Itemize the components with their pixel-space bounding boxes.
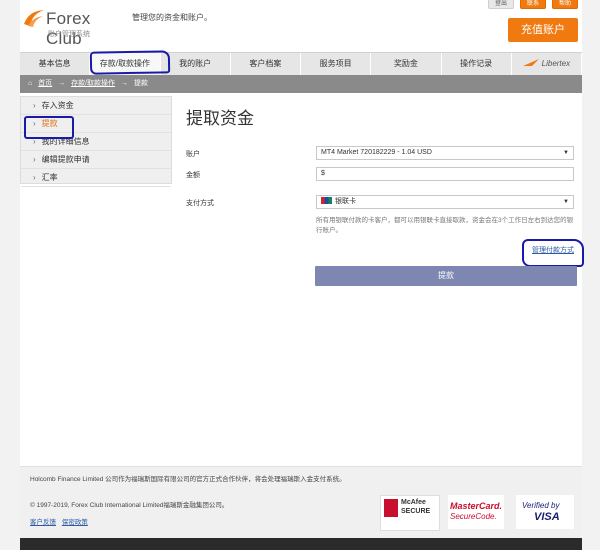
annotation-highlight-tab [89,50,171,75]
contact-link[interactable]: 联系 [519,0,546,9]
breadcrumb-home[interactable]: 首页 [38,80,52,87]
breadcrumb-separator: → [121,80,128,87]
annotation-highlight-sidebar [24,116,74,139]
bottom-bar [20,538,582,550]
logout-link[interactable]: 登出 [487,0,514,9]
mastercard-securecode-seal[interactable]: MasterCard. SecureCode. [448,495,504,529]
payment-method-select[interactable]: 银联卡 ▼ [316,195,574,209]
footer: Holcomb Finance Limited 公司作为福瑞斯国际有限公司的官方… [20,466,582,539]
tab-bonus[interactable]: 奖励金 [371,53,442,75]
footer-legal: Holcomb Finance Limited 公司作为福瑞斯国际有限公司的官方… [30,476,346,483]
tab-client-profile[interactable]: 客户档案 [231,53,301,75]
payment-method-label: 支付方式 [186,200,214,207]
breadcrumb: ⌂ 首页 → 存款/取款操作 → 提款 [20,75,582,93]
tab-services[interactable]: 服务项目 [301,53,372,75]
chevron-right-icon: › [33,173,36,182]
tab-history[interactable]: 操作记录 [442,53,512,75]
mcafee-text: McAfee [401,499,426,506]
withdraw-submit-button[interactable]: 提款 [315,266,577,286]
sidebar-item-label: 编辑提款申请 [41,155,90,164]
page-title: 提取资金 [186,109,254,128]
sidebar-item-rates[interactable]: › 汇率 [21,169,171,187]
chevron-right-icon: › [33,155,36,164]
securecode-text: SecureCode. [450,512,497,521]
annotation-highlight-manage [522,239,584,267]
tab-libertex[interactable]: Libertex [512,53,582,75]
home-icon[interactable]: ⌂ [28,80,32,87]
payment-method-value: 银联卡 [335,198,356,205]
chevron-down-icon: ▼ [563,199,569,205]
verified-by-visa-seal[interactable]: Verified by VISA [516,495,574,529]
help-link[interactable]: 帮助 [551,0,578,9]
amount-input[interactable]: $ [316,167,574,181]
privacy-link[interactable]: 保密政策 [62,519,88,526]
chevron-right-icon: › [33,101,36,110]
sidebar-item-label: 存入资金 [41,101,74,110]
chevron-down-icon: ▼ [563,150,569,156]
forex-club-logo-icon [24,10,44,27]
breadcrumb-separator: → [58,80,66,87]
sidebar-item-edit-request[interactable]: › 编辑提款申请 [21,151,171,169]
feedback-link[interactable]: 客户反馈 [30,519,56,526]
libertex-label: Libertex [541,59,571,68]
libertex-logo-icon [522,59,539,66]
amount-label: 金额 [186,172,200,179]
mcafee-secure-seal[interactable]: McAfee SECURE [380,495,440,531]
sidebar-item-label: 汇率 [41,173,58,182]
visa-text: VISA [534,511,560,523]
tab-basic-info[interactable]: 基本信息 [20,53,91,75]
account-label: 账户 [186,151,200,158]
mcafee-shield-icon [384,499,398,517]
account-value: MT4 Market 720182229 - 1.04 USD [321,149,432,156]
sidebar-item-deposit[interactable]: › 存入资金 [21,97,171,115]
page: Forex Club 账户管理系统 管理您的资金和账户。 登出 联系 帮助 充值… [20,0,584,550]
mcafee-secure-text: SECURE [401,508,431,515]
footer-copyright: © 1997-2019, Forex Club International Li… [30,502,229,509]
sidebar: › 存入资金 › 提款 › 我的详细信息 › 编辑提款申请 › 汇率 [20,96,172,187]
mastercard-text: MasterCard. [450,501,503,511]
top-links: 登出 联系 帮助 [487,0,578,9]
account-select[interactable]: MT4 Market 720182229 - 1.04 USD ▼ [316,146,574,160]
breadcrumb-deposit-withdraw[interactable]: 存款/取款操作 [71,80,115,87]
verified-by-text: Verified by [522,501,560,510]
deposit-account-button[interactable]: 充值账户 [508,18,578,42]
breadcrumb-current: 提款 [133,80,148,87]
footer-links: 客户反馈 保密政策 [30,516,92,526]
payment-hint: 所有用银联付款的卡客户，都可以用银联卡直接取款，资金会在3个工作日左右到达您的银… [316,217,574,234]
tab-my-accounts[interactable]: 我的账户 [161,53,231,75]
header-tagline: 管理您的资金和账户。 [132,13,212,22]
brand-subtitle: 账户管理系统 [48,31,90,38]
unionpay-icon [321,197,332,204]
